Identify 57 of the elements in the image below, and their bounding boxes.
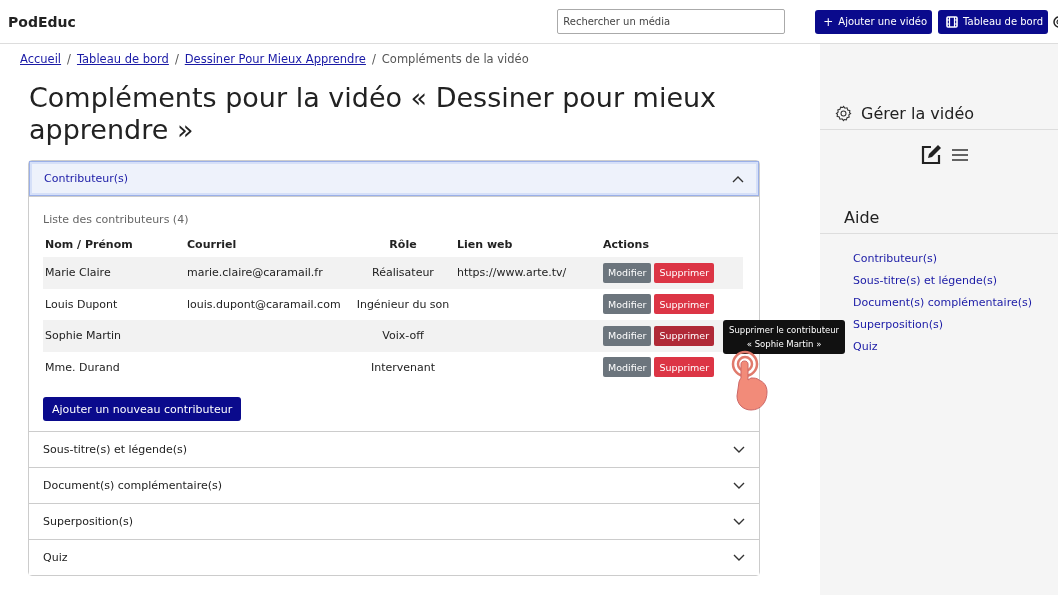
section-title: Gérer la vidéo	[861, 104, 974, 123]
menu-icon[interactable]	[952, 148, 968, 162]
table-cell: Marie Claire	[45, 266, 111, 280]
chevron-down-icon	[733, 481, 745, 490]
table-cell: Intervenant	[370, 360, 436, 374]
breadcrumb-separator: /	[371, 52, 376, 66]
table-cell: Ingénieur du son	[356, 297, 450, 311]
help-link[interactable]: Superposition(s)	[853, 318, 1058, 331]
list-caption: Liste des contributeurs (4)	[43, 213, 190, 226]
help-link[interactable]: Document(s) complémentaire(s)	[853, 296, 1058, 309]
table-cell: Mme. Durand	[45, 360, 120, 374]
breadcrumb-separator: /	[174, 52, 179, 66]
delete-button[interactable]: Supprimer	[654, 294, 715, 315]
delete-button[interactable]: Supprimer	[654, 357, 715, 378]
add-video-button[interactable]: + Ajouter une vidéo	[815, 9, 933, 34]
breadcrumb-link[interactable]: Tableau de bord	[76, 52, 169, 66]
breadcrumb-current: Compléments de la vidéo	[381, 52, 529, 66]
chevron-down-icon	[733, 553, 745, 562]
edit-button[interactable]: Modifier	[603, 325, 652, 346]
table-cell: louis.dupont@caramail.com	[187, 297, 341, 311]
column-header: Rôle	[351, 232, 455, 257]
chevron-down-icon	[733, 517, 745, 526]
brand-name[interactable]: PodEduc	[8, 13, 76, 30]
table-cell: Voix-off	[382, 329, 424, 343]
edit-button[interactable]: Modifier	[603, 294, 652, 315]
dashboard-button[interactable]: Tableau de bord	[938, 9, 1048, 34]
edit-button[interactable]: Modifier	[603, 262, 652, 283]
table-cell: marie.claire@caramail.fr	[187, 266, 323, 280]
table-cell: Louis Dupont	[45, 297, 118, 311]
section-title: Aide	[844, 208, 880, 227]
help-link[interactable]: Contributeur(s)	[853, 252, 1058, 265]
table-cell: https://www.arte.tv/	[457, 266, 567, 280]
tooltip: Supprimer le contributeur « Sophie Martin »	[723, 319, 846, 354]
breadcrumb-link[interactable]: Dessiner Pour Mieux Apprendre	[184, 52, 366, 66]
edit-icon[interactable]	[920, 144, 942, 166]
breadcrumb-separator: /	[67, 52, 71, 66]
breadcrumb-link[interactable]: Accueil	[20, 52, 62, 66]
column-header: Courriel	[185, 232, 351, 257]
edit-button[interactable]: Modifier	[603, 357, 652, 378]
search-field[interactable]: Rechercher un média	[557, 9, 786, 34]
chevron-up-icon	[732, 174, 744, 183]
column-header: Actions	[601, 232, 743, 257]
delete-button[interactable]: Supprimer	[654, 325, 715, 346]
chevron-down-icon	[733, 445, 745, 454]
help-link[interactable]: Quiz	[853, 340, 1058, 353]
table-cell: Réalisateur	[372, 266, 434, 280]
help-link[interactable]: Sous-titre(s) et légende(s)	[853, 274, 1058, 287]
page-title: Compléments pour la vidéo « Dessiner pour mieux apprendre »	[29, 82, 718, 146]
table-cell: Sophie Martin	[45, 329, 122, 343]
film-icon	[946, 15, 959, 28]
gear-icon[interactable]	[1052, 14, 1058, 29]
accordion-header[interactable]: Contributeur(s)	[29, 161, 759, 196]
column-header: Nom / Prénom	[43, 232, 185, 257]
settings-icon	[835, 105, 852, 122]
delete-button[interactable]: Supprimer	[654, 262, 715, 283]
add-contributor-button[interactable]: Ajouter un nouveau contributeur	[43, 397, 242, 421]
column-header: Lien web	[455, 232, 601, 257]
